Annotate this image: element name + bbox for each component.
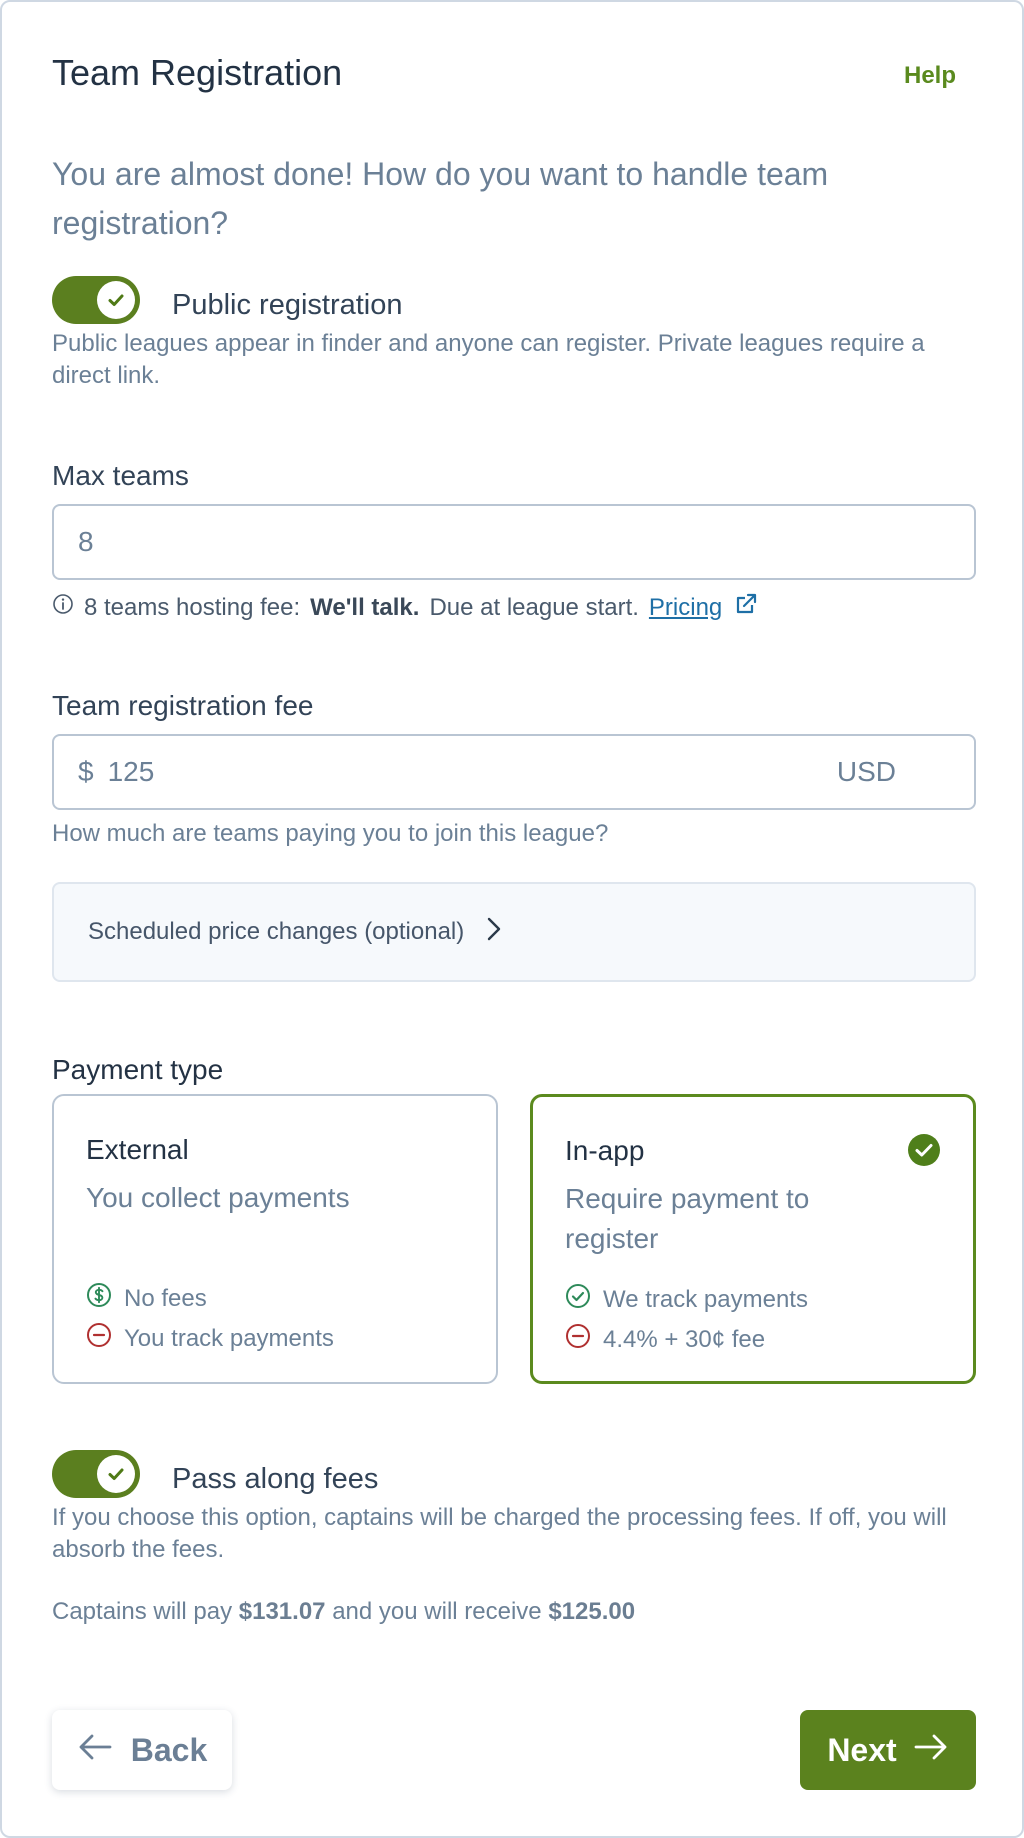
pricing-link[interactable]: Pricing — [649, 594, 722, 622]
pass-along-fees-description: If you choose this option, captains will… — [52, 1504, 947, 1563]
max-teams-input[interactable]: 8 — [52, 504, 976, 580]
pass-along-fees-toggle[interactable] — [52, 1450, 140, 1498]
payment-option-in-app[interactable]: In-app Require payment to register We tr… — [530, 1094, 976, 1384]
hosting-fee-hint: 8 teams hosting fee: We'll talk. Due at … — [52, 590, 760, 625]
payment-type-label: Payment type — [52, 1054, 224, 1085]
option-title: In-app — [565, 1135, 645, 1166]
public-registration-label: Public registration — [172, 289, 403, 321]
public-registration-description: Public leagues appear in finder and anyo… — [52, 330, 925, 389]
hint-prefix: 8 teams hosting fee: — [84, 593, 301, 621]
option-feature-text: We track payments — [603, 1285, 808, 1313]
registration-fee-value: 125 — [107, 756, 155, 787]
option-subtitle: You collect payments — [86, 1182, 350, 1213]
minus-circle-icon — [565, 1323, 591, 1356]
next-label: Next — [827, 1731, 897, 1768]
option-feature-text: No fees — [124, 1284, 207, 1312]
max-teams-value: 8 — [78, 526, 94, 557]
check-icon — [97, 281, 135, 319]
minus-circle-icon — [86, 1322, 112, 1355]
option-feature: No fees — [86, 1282, 207, 1315]
option-feature: 4.4% + 30¢ fee — [565, 1323, 765, 1356]
info-icon — [52, 593, 74, 622]
hint-bold: We'll talk. — [310, 593, 420, 621]
dollar-circle-icon — [86, 1282, 112, 1315]
back-label: Back — [130, 1731, 208, 1768]
next-button[interactable]: Next — [800, 1710, 976, 1790]
registration-fee-label: Team registration fee — [52, 690, 314, 721]
summary-middle: and you will receive — [332, 1598, 542, 1625]
payment-option-external[interactable]: External You collect payments No fees Yo… — [52, 1094, 498, 1384]
currency-code: USD — [836, 756, 896, 787]
arrow-left-icon — [77, 1732, 113, 1769]
scheduled-price-changes-button[interactable]: Scheduled price changes (optional) — [52, 882, 976, 982]
registration-fee-input[interactable]: $ 125 USD — [52, 734, 976, 810]
arrow-right-icon — [913, 1732, 949, 1769]
receive-amount: $125.00 — [548, 1598, 636, 1625]
back-button[interactable]: Back — [52, 1710, 232, 1790]
page-title: Team Registration — [52, 52, 343, 93]
summary-prefix: Captains will pay — [52, 1598, 233, 1625]
option-title: External — [86, 1134, 189, 1165]
option-feature: You track payments — [86, 1322, 334, 1355]
check-circle-icon — [565, 1283, 591, 1316]
public-registration-toggle[interactable] — [52, 276, 140, 324]
captain-amount: $131.07 — [238, 1598, 326, 1625]
fee-summary: Captains will pay $131.07 and you will r… — [52, 1598, 635, 1626]
max-teams-label: Max teams — [52, 460, 189, 491]
help-link[interactable]: Help — [904, 62, 956, 90]
hint-suffix: Due at league start. — [429, 593, 639, 621]
check-icon — [97, 1455, 135, 1493]
option-feature-text: You track payments — [124, 1324, 334, 1352]
currency-symbol: $ — [78, 756, 94, 787]
registration-fee-help: How much are teams paying you to join th… — [52, 820, 609, 847]
selected-check-icon — [907, 1133, 941, 1172]
scheduled-price-changes-label: Scheduled price changes (optional) — [88, 918, 465, 945]
pass-along-fees-label: Pass along fees — [172, 1463, 379, 1495]
option-feature: We track payments — [565, 1283, 808, 1316]
option-subtitle: Require payment to register — [565, 1183, 810, 1254]
chevron-right-icon — [486, 916, 502, 949]
lead-text: You are almost done! How do you want to … — [52, 156, 829, 241]
registration-panel: Team Registration Help You are almost do… — [0, 0, 1024, 1838]
option-feature-text: 4.4% + 30¢ fee — [603, 1325, 766, 1353]
external-link-icon[interactable] — [732, 590, 760, 625]
